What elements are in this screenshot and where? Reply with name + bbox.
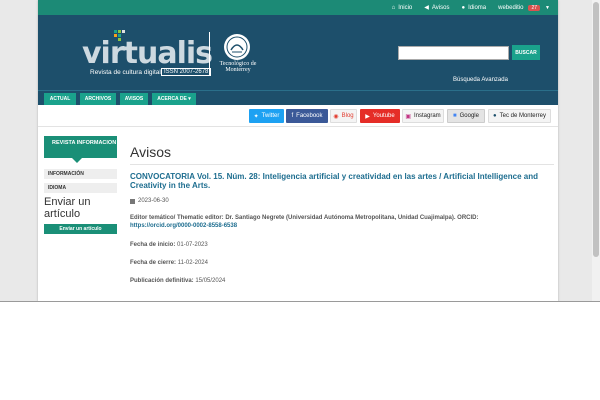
notification-badge: 27: [528, 4, 541, 11]
announcement-title-link[interactable]: CONVOCATORIA Vol. 15. Núm. 28: Inteligen…: [130, 172, 540, 190]
nav-archives[interactable]: ARCHIVOS: [80, 93, 116, 105]
tec-button[interactable]: ● Tec de Monterrey: [488, 109, 551, 123]
issn-label: ISSN 2007-2678: [161, 68, 212, 76]
search-button[interactable]: BUSCAR: [512, 45, 540, 60]
orcid-link[interactable]: https://orcid.org/0000-0002-8558-6538: [130, 223, 237, 229]
tec-seal-icon: [224, 34, 250, 60]
topbar-language-link[interactable]: ● Idioma: [461, 5, 486, 11]
blog-button[interactable]: ◉ Blog: [330, 109, 357, 123]
submit-article-title: Enviar un artículo: [44, 196, 91, 220]
twitter-icon: ✦: [253, 113, 259, 120]
instagram-button[interactable]: ▣ Instagram: [402, 109, 444, 123]
youtube-icon: ▶: [365, 113, 370, 120]
logo-wordmark[interactable]: virtualis: [82, 36, 213, 71]
announcement-date: 2023-06-30: [130, 198, 169, 204]
page-title: Avisos: [130, 144, 171, 160]
instagram-icon: ▣: [405, 113, 411, 120]
blog-icon: ◉: [333, 113, 339, 120]
nav-current[interactable]: ACTUAL: [44, 93, 76, 105]
facebook-button[interactable]: f Facebook: [286, 109, 328, 123]
announcement-close-date: Fecha de cierre: 11-02-2024: [130, 260, 208, 266]
announcement-editor: Editor temático/ Thematic editor: Dr. Sa…: [130, 215, 479, 229]
announcement-start-date: Fecha de inicio: 01-07-2023: [130, 242, 208, 248]
topbar-home-link[interactable]: ⌂ Inicio: [392, 5, 413, 11]
globe-icon: ●: [461, 4, 466, 11]
youtube-button[interactable]: ▶ Youtube: [360, 109, 400, 123]
site-header: virtualis Revista de cultura digital ISS…: [38, 15, 558, 90]
search-input[interactable]: [398, 46, 509, 60]
megaphone-icon: ◀: [424, 5, 429, 11]
google-icon: ■: [453, 113, 457, 119]
title-divider: [130, 164, 554, 165]
facebook-icon: f: [291, 113, 294, 119]
advanced-search-link[interactable]: Búsqueda Avanzada: [453, 77, 508, 83]
sidebar-heading: REVISTA INFORMACION: [44, 136, 117, 163]
home-icon: ⌂: [391, 4, 396, 11]
topbar-user-menu[interactable]: webeditio 27 ▼: [498, 4, 550, 11]
page-scrollbar[interactable]: [592, 0, 600, 301]
top-bar: ⌂ Inicio ◀ Avisos ● Idioma webeditio 27 …: [38, 0, 558, 15]
calendar-icon: [130, 198, 135, 204]
main-nav: ACTUAL ARCHIVOS AVISOS ACERCA DE ▾: [38, 90, 558, 105]
sidebar-item-information[interactable]: INFORMACIÓN: [44, 169, 117, 179]
logo-tagline: Revista de cultura digital: [90, 69, 161, 76]
nav-announcements[interactable]: AVISOS: [120, 93, 148, 105]
tec-icon: ●: [493, 113, 497, 119]
topbar-announcements-link[interactable]: ◀ Avisos: [424, 4, 449, 12]
institution-name: Tecnológico de Monterrey: [219, 61, 257, 73]
caret-down-icon: ▼: [545, 4, 550, 11]
browser-viewport: ⌂ Inicio ◀ Avisos ● Idioma webeditio 27 …: [0, 0, 600, 302]
logo-separator: [209, 32, 210, 76]
scrollbar-thumb[interactable]: [593, 2, 599, 257]
google-button[interactable]: ■ Google: [447, 109, 485, 123]
journal-page: ⌂ Inicio ◀ Avisos ● Idioma webeditio 27 …: [38, 0, 558, 301]
sidebar-item-language[interactable]: IDIOMA: [44, 183, 117, 193]
submit-article-button[interactable]: Enviar un artículo: [44, 224, 117, 234]
twitter-button[interactable]: ✦ Twitter: [249, 109, 284, 123]
nav-about[interactable]: ACERCA DE ▾: [152, 93, 196, 105]
social-bar: ✦ Twitter f Facebook ◉ Blog ▶ Youtube ▣ …: [38, 105, 558, 127]
announcement-publication-date: Publicación definitiva: 15/05/2024: [130, 278, 226, 284]
